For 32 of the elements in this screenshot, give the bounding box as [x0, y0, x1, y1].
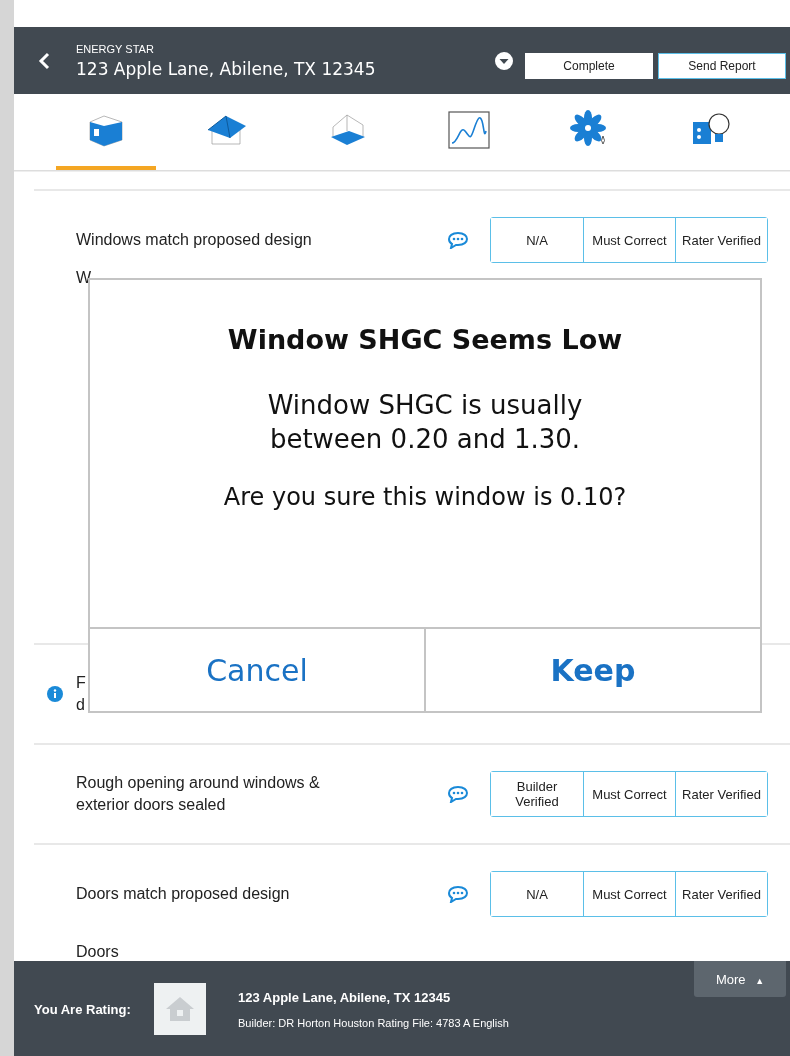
rating-label: You Are Rating: — [34, 1001, 132, 1017]
send-report-button[interactable]: Send Report — [658, 52, 786, 79]
cancel-button[interactable]: Cancel — [90, 629, 426, 711]
rating-details: Builder: DR Horton Houston Rating File: 4783 A English — [238, 1016, 509, 1029]
dialog-message: Window SHGC is usually between 0.20 and 1.30. — [266, 389, 584, 456]
comment-icon[interactable] — [447, 885, 469, 903]
checklist-item-label: Windows match proposed design — [76, 230, 313, 251]
dropdown-icon[interactable] — [494, 50, 514, 71]
keep-button[interactable]: Keep — [426, 629, 760, 711]
status-option-button[interactable]: Rater Verified — [675, 772, 767, 816]
room-walls-icon — [86, 112, 126, 148]
complete-button[interactable]: Complete — [525, 52, 653, 79]
rating-address: 123 Apple Lane, Abilene, TX 12345 — [238, 989, 452, 1005]
status-option-button[interactable]: Rater Verified — [675, 872, 767, 916]
back-chevron-icon[interactable] — [38, 51, 50, 70]
comment-icon[interactable] — [447, 231, 469, 249]
info-icon[interactable] — [47, 686, 63, 702]
dialog-question: Are you sure this window is 0.10? — [223, 482, 627, 511]
house-icon — [164, 995, 196, 1023]
house-roof-icon — [206, 112, 248, 148]
section-heading: W — [76, 269, 92, 286]
section-heading: Doors — [76, 943, 120, 961]
comment-icon[interactable] — [447, 785, 469, 803]
checklist-item-label: F d — [76, 673, 87, 715]
checklist-item-label: Doors match proposed design — [76, 884, 291, 905]
dialog-title: Window SHGC Seems Low — [227, 324, 623, 355]
checklist-item-label: Rough opening around windows & exterior doors sealed — [76, 773, 321, 815]
more-button[interactable]: More ▲ — [694, 961, 786, 997]
address-title: 123 Apple Lane, Abilene, TX 12345 — [76, 58, 377, 79]
wave-graph-icon — [448, 111, 490, 149]
status-option-button[interactable]: Rater Verified — [675, 218, 767, 262]
program-label: ENERGY STAR — [76, 42, 155, 55]
